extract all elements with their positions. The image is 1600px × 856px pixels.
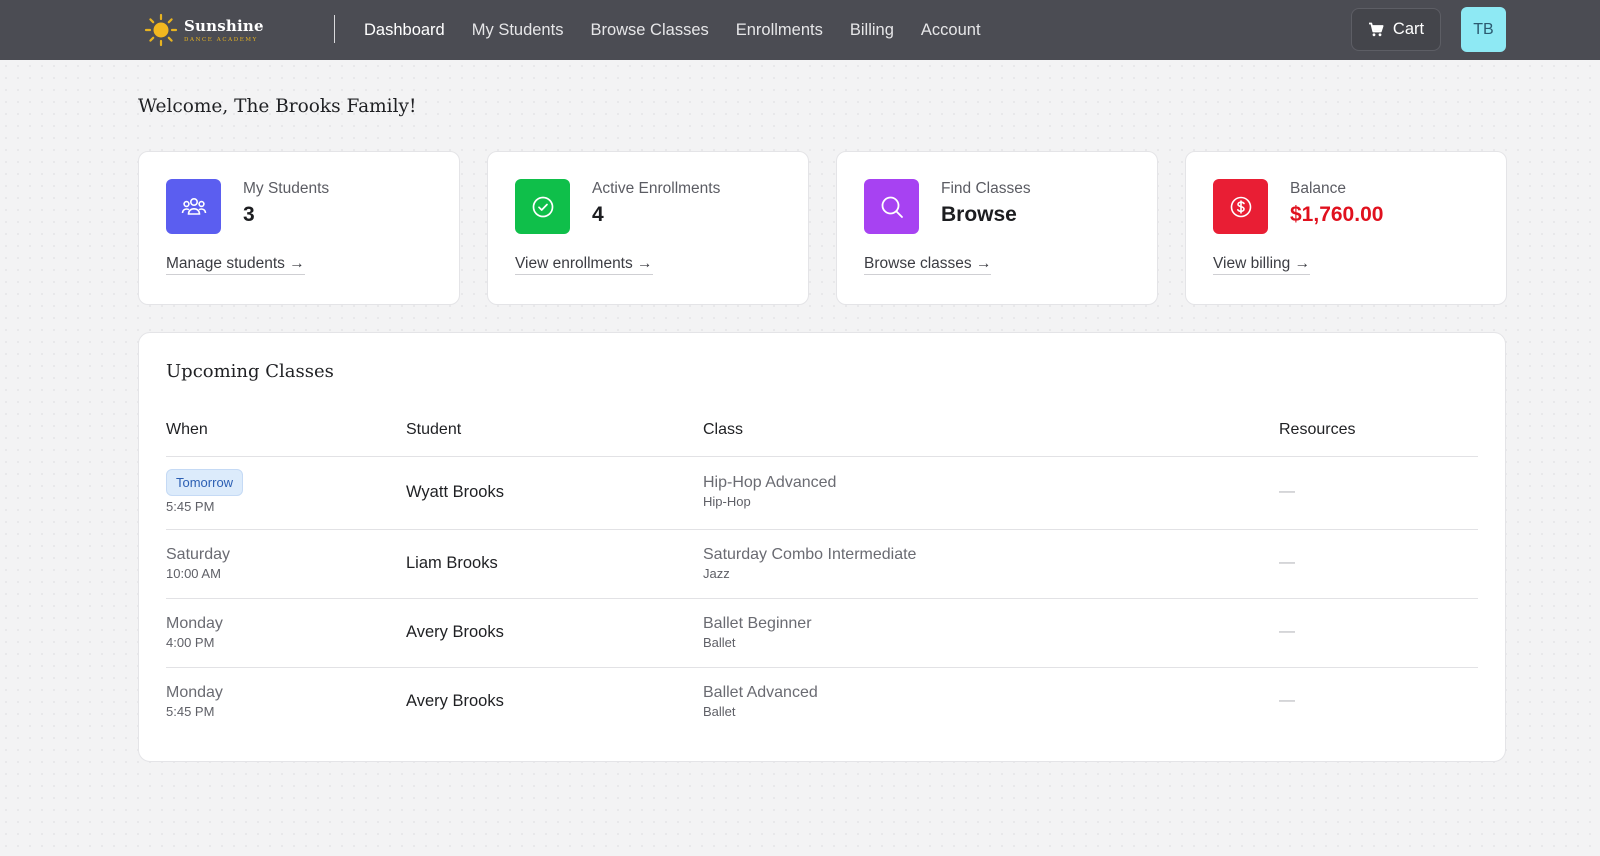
nav-billing[interactable]: Billing <box>850 21 894 40</box>
cart-icon <box>1368 22 1384 37</box>
brand-name: Sunshine <box>184 17 264 35</box>
browse-classes-link[interactable]: Browse classes → <box>864 255 992 275</box>
class-style: Jazz <box>703 566 730 581</box>
tomorrow-badge: Tomorrow <box>166 469 244 496</box>
col-header-resources: Resources <box>1279 421 1356 438</box>
cart-button[interactable]: Cart <box>1351 8 1441 51</box>
nav-account[interactable]: Account <box>921 21 981 40</box>
sun-icon <box>144 13 178 47</box>
table-row[interactable]: Monday 4:00 PM Avery Brooks Ballet Begin… <box>166 598 1478 667</box>
brand-logo[interactable]: Sunshine DANCE ACADEMY <box>144 12 264 48</box>
card-label: Balance <box>1290 180 1347 197</box>
user-avatar[interactable]: TB <box>1461 7 1506 52</box>
table-row[interactable]: Monday 5:45 PM Avery Brooks Ballet Advan… <box>166 667 1478 736</box>
search-icon <box>864 179 919 234</box>
card-label: My Students <box>243 180 330 197</box>
view-enrollments-link[interactable]: View enrollments → <box>515 255 653 275</box>
table-row[interactable]: Tomorrow 5:45 PM Wyatt Brooks Hip-Hop Ad… <box>166 456 1478 529</box>
check-circle-icon <box>515 179 570 234</box>
students-count: 3 <box>243 203 255 226</box>
card-my-students: My Students 3 Manage students → <box>138 151 460 305</box>
top-navbar: Sunshine DANCE ACADEMY Dashboard My Stud… <box>0 0 1600 60</box>
card-active-enrollments: Active Enrollments 4 View enrollments → <box>487 151 809 305</box>
card-label: Find Classes <box>941 180 1031 197</box>
class-day: Saturday <box>166 546 231 563</box>
class-name: Ballet Beginner <box>703 615 812 632</box>
table-row[interactable]: Saturday 10:00 AM Liam Brooks Saturday C… <box>166 529 1478 598</box>
class-time: 10:00 AM <box>166 566 221 581</box>
find-classes-value: Browse <box>941 203 1017 226</box>
class-time: 5:45 PM <box>166 499 215 514</box>
class-style: Ballet <box>703 635 736 650</box>
resources-value: — <box>1279 483 1295 500</box>
view-billing-link[interactable]: View billing → <box>1213 255 1311 275</box>
brand-subtitle: DANCE ACADEMY <box>184 37 258 43</box>
panel-title: Upcoming Classes <box>166 361 334 382</box>
dollar-circle-icon <box>1213 179 1268 234</box>
class-name: Hip-Hop Advanced <box>703 474 837 491</box>
col-header-student: Student <box>406 421 462 438</box>
cart-label: Cart <box>1392 20 1425 38</box>
upcoming-classes-panel: Upcoming Classes When Student Class Reso… <box>138 332 1506 762</box>
nav-divider <box>334 15 335 43</box>
student-name: Wyatt Brooks <box>406 483 504 501</box>
class-name: Ballet Advanced <box>703 684 818 701</box>
balance-amount: $1,760.00 <box>1290 203 1384 226</box>
card-balance: Balance $1,760.00 View billing → <box>1185 151 1507 305</box>
resources-value: — <box>1279 554 1295 571</box>
card-label: Active Enrollments <box>592 180 721 197</box>
class-style: Hip-Hop <box>703 494 751 509</box>
welcome-heading: Welcome, The Brooks Family! <box>138 96 417 117</box>
student-name: Avery Brooks <box>406 623 504 641</box>
nav-my-students[interactable]: My Students <box>472 21 564 40</box>
resources-value: — <box>1279 692 1295 709</box>
card-find-classes: Find Classes Browse Browse classes → <box>836 151 1158 305</box>
nav-dashboard[interactable]: Dashboard <box>364 21 445 40</box>
class-day: Monday <box>166 684 223 701</box>
main-nav: Dashboard My Students Browse Classes Enr… <box>364 0 1008 60</box>
class-style: Ballet <box>703 704 736 719</box>
manage-students-link[interactable]: Manage students → <box>166 255 305 275</box>
class-name: Saturday Combo Intermediate <box>703 546 917 563</box>
student-name: Avery Brooks <box>406 692 504 710</box>
nav-enrollments[interactable]: Enrollments <box>736 21 823 40</box>
users-icon <box>166 179 221 234</box>
col-header-when: When <box>166 421 208 438</box>
enrollments-count: 4 <box>592 203 604 226</box>
student-name: Liam Brooks <box>406 554 498 572</box>
class-time: 5:45 PM <box>166 704 215 719</box>
nav-browse-classes[interactable]: Browse Classes <box>590 21 708 40</box>
class-time: 4:00 PM <box>166 635 215 650</box>
col-header-class: Class <box>703 421 744 438</box>
resources-value: — <box>1279 623 1295 640</box>
class-day: Monday <box>166 615 223 632</box>
